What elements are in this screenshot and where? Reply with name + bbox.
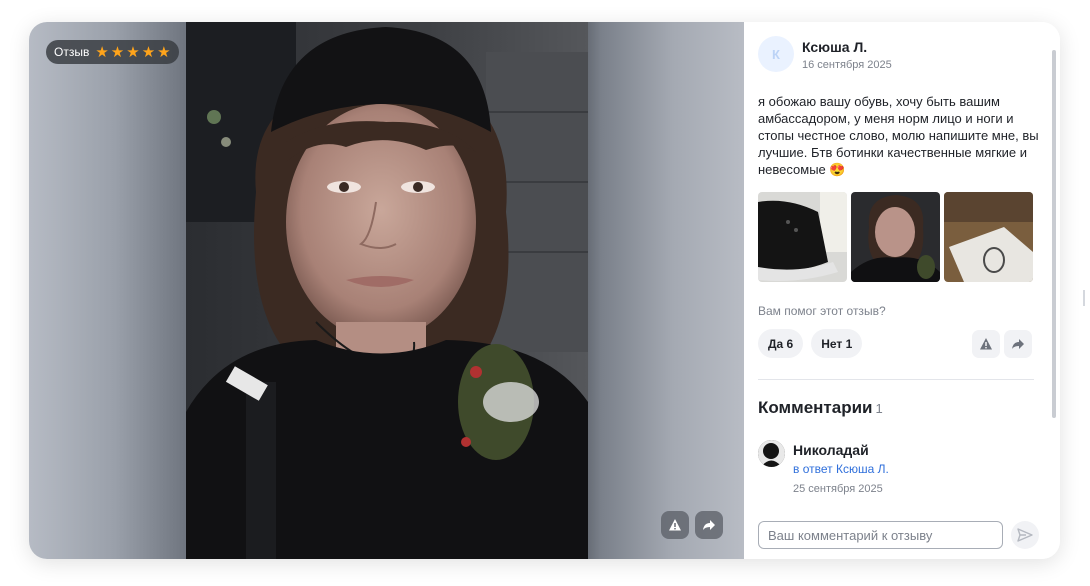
comments-title: Комментарии [758,398,873,417]
report-photo-button[interactable] [661,511,689,539]
boot-photo-icon [758,192,847,282]
report-review-button[interactable] [972,330,1000,358]
comments-heading: Комментарии 1 [758,398,883,418]
comments-count: 1 [875,401,883,416]
badge-label: Отзыв [54,45,90,59]
review-text: я обожаю вашу обувь, хочу быть вашим амб… [758,94,1039,177]
box-photo-icon [944,192,1033,282]
share-icon [1012,339,1024,349]
review-thumbnails [758,192,1033,282]
avatar: К [758,36,794,72]
star-icon: ★ [157,42,171,61]
photo-actions [661,511,723,539]
vote-no-button[interactable]: Нет 1 [811,329,863,358]
vote-yes-button[interactable]: Да 6 [758,329,804,358]
rating-stars: ★ ★ ★ ★ ★ [95,42,171,61]
photo-gallery: Отзыв ★ ★ ★ ★ ★ [29,22,744,559]
review-badge: Отзыв ★ ★ ★ ★ ★ [46,40,179,64]
star-icon: ★ [95,42,109,61]
star-icon: ★ [110,42,125,61]
author-name: Ксюша Л. [802,39,868,55]
divider [758,379,1034,380]
warning-icon [980,338,992,350]
share-photo-button[interactable] [695,511,723,539]
share-review-button[interactable] [1004,330,1032,358]
review-author: К Ксюша Л. 16 сентября 2025 [758,36,892,72]
review-actions [972,330,1032,358]
share-icon [703,520,715,530]
star-icon: ★ [126,42,140,61]
thumbnail-box[interactable] [944,192,1033,282]
star-icon: ★ [141,42,156,61]
send-comment-button[interactable] [1011,521,1039,549]
helpful-question: Вам помог этот отзыв? [758,304,886,318]
comment-input[interactable] [758,521,1003,549]
thumbnail-selfie[interactable] [851,192,940,282]
warning-icon [669,519,681,531]
avatar-photo-icon [758,440,785,467]
comment-date: 25 сентября 2025 [793,483,883,495]
reply-to-link[interactable]: в ответ Ксюша Л. [793,462,889,476]
send-icon [1017,528,1033,542]
selfie-photo-icon [851,192,940,282]
panel-scrollbar[interactable] [1052,50,1056,418]
vote-row: Да 6 Нет 1 [758,329,863,358]
commenter-name[interactable]: Николадай [793,442,889,458]
comment-item: Николадай в ответ Ксюша Л. 25 сентября 2… [758,440,889,495]
review-photo [186,22,588,559]
review-date: 16 сентября 2025 [802,59,892,71]
review-modal: Отзыв ★ ★ ★ ★ ★ К Ксюша Л. 16 сентября 2… [29,22,1060,559]
page-edge-mark [1083,290,1085,306]
thumbnail-boot[interactable] [758,192,847,282]
commenter-avatar[interactable] [758,440,785,467]
review-panel: К Ксюша Л. 16 сентября 2025 я обожаю ваш… [744,22,1060,559]
